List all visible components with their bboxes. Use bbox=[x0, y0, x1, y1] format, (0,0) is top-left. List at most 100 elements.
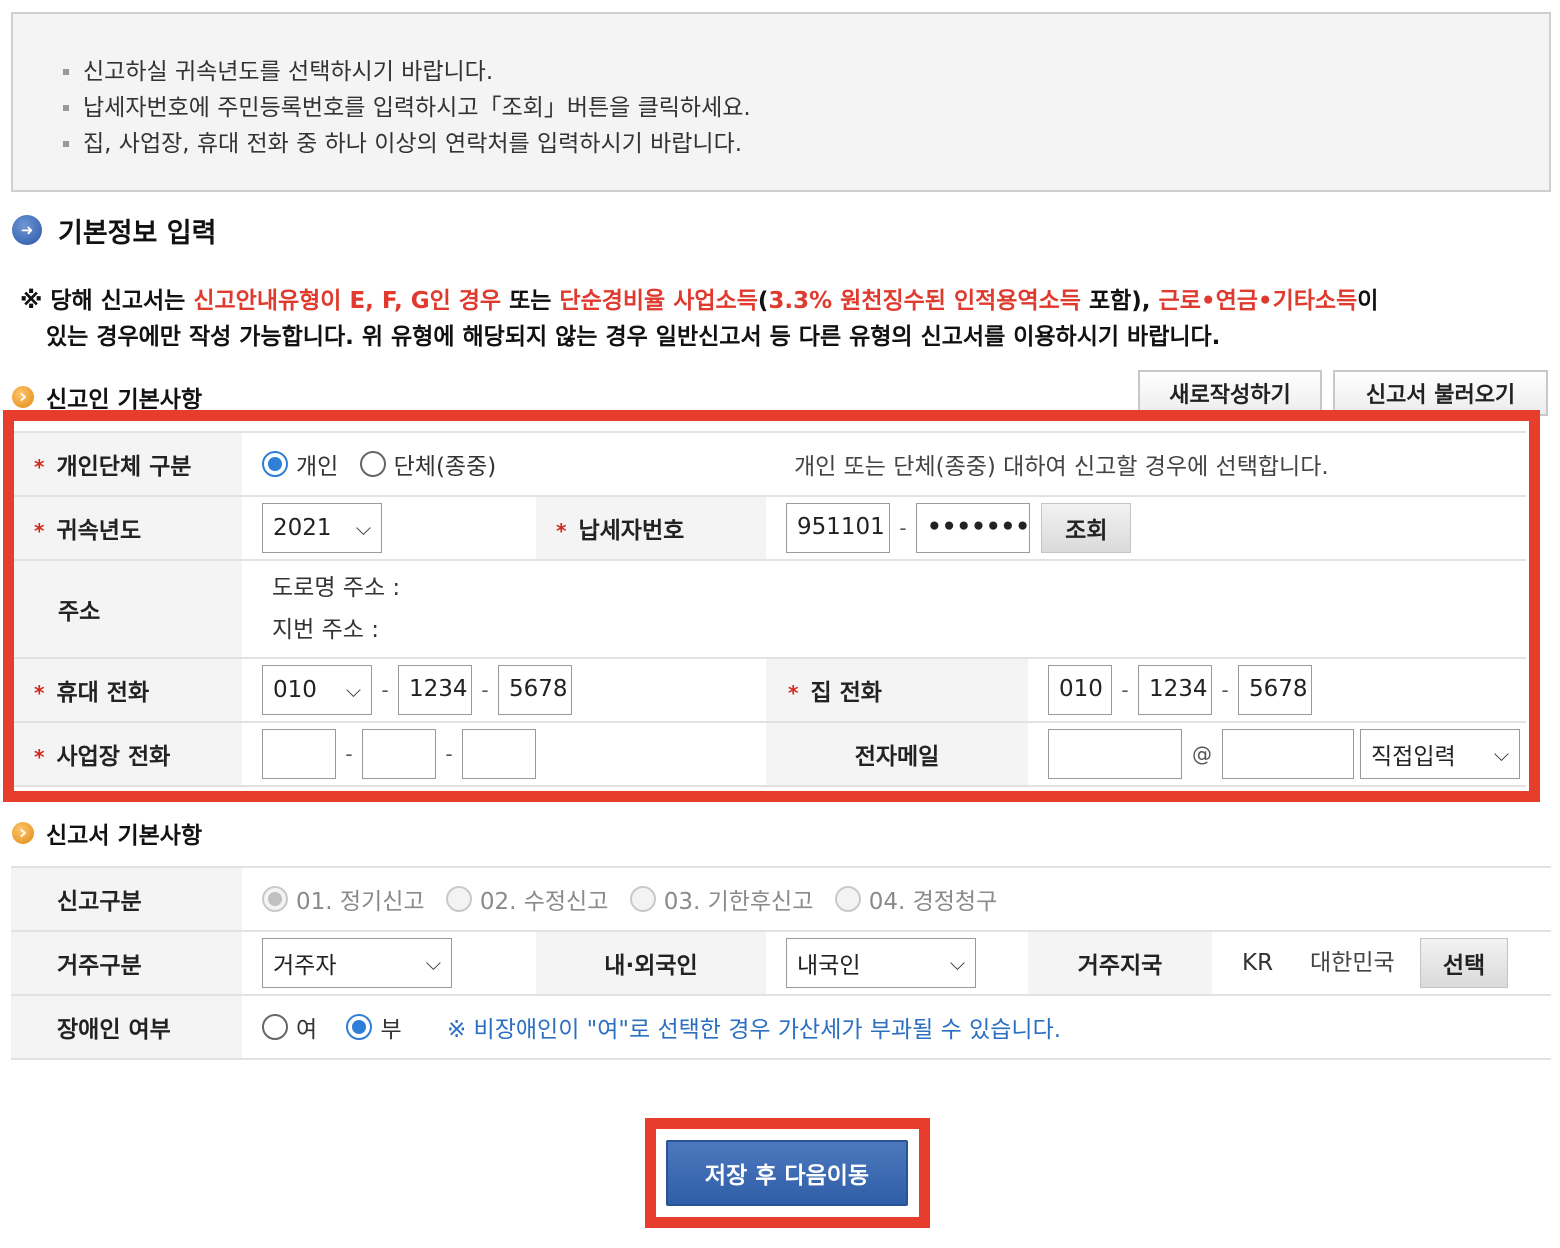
row-year: * 귀속년도 2021 ⌵ * 납세자번호 951101- ••••••• 조회 bbox=[14, 495, 1527, 561]
address-cell: 도로명 주소 : 지번 주소 : bbox=[242, 559, 1527, 659]
year-cell: 2021 ⌵ bbox=[242, 495, 536, 561]
empty-cell bbox=[1212, 495, 1527, 561]
biz-cell: -- bbox=[242, 721, 767, 787]
residence-value: 거주자 bbox=[273, 953, 337, 979]
notice-line: 신고하실 귀속년도를 선택하시기 바랍니다. bbox=[63, 54, 1549, 90]
warning-text: 또는 bbox=[501, 288, 560, 314]
home-middle-input[interactable]: 1234 bbox=[1138, 665, 1213, 715]
orange-bullet-icon bbox=[12, 383, 34, 409]
report-section-header: 신고서 기본사항 bbox=[12, 818, 203, 849]
year-select[interactable]: 2021 ⌵ bbox=[262, 503, 382, 553]
nationality-select[interactable]: 내국인 ⌵ bbox=[786, 938, 976, 988]
biz-prefix-input[interactable] bbox=[262, 729, 336, 779]
row-address: 주소 도로명 주소 : 지번 주소 : bbox=[14, 559, 1527, 659]
dash: - bbox=[481, 678, 489, 702]
country-name: 대한민국 bbox=[1310, 949, 1395, 976]
biz-middle-input[interactable] bbox=[362, 729, 436, 779]
biz-last-input[interactable] bbox=[462, 729, 536, 779]
lot-address: 지번 주소 : bbox=[272, 617, 380, 643]
dash: - bbox=[381, 678, 389, 702]
load-form-button[interactable]: 신고서 불러오기 bbox=[1333, 370, 1548, 416]
home-label-cell: * 집 전화 bbox=[766, 657, 1029, 723]
radio-disabled-yes[interactable] bbox=[262, 1014, 288, 1040]
warning-highlight: 단순경비율 사업소득 bbox=[559, 288, 758, 314]
taxid-front-input[interactable]: 951101 bbox=[786, 503, 891, 553]
country-code: KR bbox=[1242, 949, 1274, 976]
radio-individual[interactable] bbox=[262, 451, 288, 477]
dash: - bbox=[345, 742, 353, 766]
email-select-value: 직접입력 bbox=[1371, 744, 1456, 770]
disabled-options: 여 부 ※ 비장애인이 "여"로 선택한 경우 가산세가 부과될 수 있습니다. bbox=[242, 994, 1552, 1060]
home-last-input[interactable]: 5678 bbox=[1238, 665, 1313, 715]
notice-line: 납세자번호에 주민등록번호를 입력하시고「조회」버튼을 클릭하세요. bbox=[63, 90, 1549, 126]
radio-kind-correction[interactable] bbox=[834, 886, 861, 912]
radio-kind-late-label[interactable]: 03. 기한후신고 bbox=[664, 882, 814, 916]
chevron-down-icon: ⌵ bbox=[949, 951, 965, 975]
country-label: 거주지국 bbox=[1028, 930, 1212, 996]
chevron-down-icon: ⌵ bbox=[1493, 742, 1510, 766]
home-label: 집 전화 bbox=[810, 680, 882, 706]
radio-kind-correction-label[interactable]: 04. 경정청구 bbox=[869, 882, 998, 916]
country-select-button[interactable]: 선택 bbox=[1420, 938, 1508, 988]
country-cell: KR 대한민국 선택 bbox=[1212, 930, 1552, 996]
row-residence: 거주구분 거주자 ⌵ 내·외국인 내국인 ⌵ 거주지국 KR 대한민국 선택 bbox=[11, 930, 1552, 996]
year-label: 귀속년도 bbox=[56, 518, 142, 544]
email-domain-select[interactable]: 직접입력 ⌵ bbox=[1360, 729, 1521, 779]
email-domain-input[interactable] bbox=[1222, 729, 1355, 779]
report-section-title: 신고서 기본사항 bbox=[46, 823, 203, 849]
radio-disabled-no[interactable] bbox=[346, 1014, 373, 1040]
dash: - bbox=[445, 742, 453, 766]
home-prefix-input[interactable]: 010 bbox=[1048, 665, 1113, 715]
residence-cell: 거주자 ⌵ bbox=[242, 930, 536, 996]
chevron-down-icon: ⌵ bbox=[355, 516, 371, 540]
mobile-cell: 010 ⌵ -1234-5678 bbox=[242, 657, 767, 723]
residence-select[interactable]: 거주자 ⌵ bbox=[262, 938, 452, 988]
radio-kind-late[interactable] bbox=[629, 886, 656, 912]
eligibility-warning: ※ 당해 신고서는 신고안내유형이 E, F, G인 경우 또는 단순경비율 사… bbox=[20, 283, 1540, 355]
warning-highlight: 3.3% 원천징수된 인적용역소득 bbox=[768, 288, 1081, 314]
radio-kind-regular[interactable] bbox=[262, 886, 288, 912]
type-label: 개인단체 구분 bbox=[56, 454, 192, 480]
radio-group[interactable] bbox=[359, 451, 386, 477]
radio-kind-amended[interactable] bbox=[445, 886, 472, 912]
kind-options: 01. 정기신고 02. 수정신고 03. 기한후신고 04. 경정청구 bbox=[242, 866, 1552, 932]
email-cell: @ 직접입력 ⌵ bbox=[1028, 721, 1527, 787]
at-sign: @ bbox=[1192, 742, 1213, 766]
orange-bullet-icon bbox=[12, 819, 34, 845]
lookup-button[interactable]: 조회 bbox=[1041, 503, 1132, 553]
filer-info-table: * 개인단체 구분 개인 단체(종중) 개인 또는 단체(종중) 대하여 신고할 … bbox=[14, 431, 1527, 787]
warning-text: 이 bbox=[1357, 288, 1379, 314]
filer-section-header: 신고인 기본사항 bbox=[12, 382, 203, 413]
save-and-next-button[interactable]: 저장 후 다음이동 bbox=[666, 1140, 908, 1206]
radio-kind-amended-label[interactable]: 02. 수정신고 bbox=[480, 882, 609, 916]
section-header: 기본정보 입력 bbox=[12, 210, 216, 250]
mobile-label-cell: * 휴대 전화 bbox=[14, 657, 242, 723]
notice-line: 집, 사업장, 휴대 전화 중 하나 이상의 연락처를 입력하시기 바랍니다. bbox=[63, 126, 1549, 162]
mobile-middle-input[interactable]: 1234 bbox=[398, 665, 472, 715]
warning-highlight: 근로•연금•기타소득 bbox=[1158, 288, 1358, 314]
section-title: 기본정보 입력 bbox=[58, 217, 217, 249]
email-id-input[interactable] bbox=[1048, 729, 1183, 779]
filer-section-title: 신고인 기본사항 bbox=[46, 387, 203, 413]
mobile-last-input[interactable]: 5678 bbox=[498, 665, 572, 715]
report-info-table: 신고구분 01. 정기신고 02. 수정신고 03. 기한후신고 04. 경정청… bbox=[11, 866, 1552, 1060]
mobile-prefix-value: 010 bbox=[273, 677, 317, 703]
taxid-back-input[interactable]: ••••••• bbox=[916, 503, 1031, 553]
mobile-prefix-select[interactable]: 010 ⌵ bbox=[262, 665, 372, 715]
chevron-down-icon: ⌵ bbox=[345, 678, 361, 702]
row-type: * 개인단체 구분 개인 단체(종중) 개인 또는 단체(종중) 대하여 신고할 … bbox=[14, 431, 1527, 497]
row-biz-phone: * 사업장 전화 -- 전자메일 @ 직접입력 ⌵ bbox=[14, 721, 1527, 787]
notice-box: 신고하실 귀속년도를 선택하시기 바랍니다. 납세자번호에 주민등록번호를 입력… bbox=[11, 12, 1551, 192]
arrow-circle-icon bbox=[12, 215, 42, 245]
radio-kind-regular-label[interactable]: 01. 정기신고 bbox=[296, 882, 425, 916]
disabled-label: 장애인 여부 bbox=[11, 994, 242, 1060]
new-form-button[interactable]: 새로작성하기 bbox=[1138, 370, 1322, 416]
radio-disabled-yes-label[interactable]: 여 bbox=[296, 1010, 317, 1044]
radio-group-label[interactable]: 단체(종중) bbox=[394, 447, 497, 481]
radio-individual-label[interactable]: 개인 bbox=[296, 447, 338, 481]
radio-disabled-no-label[interactable]: 부 bbox=[380, 1010, 401, 1044]
warning-highlight: 신고안내유형이 E, F, G인 경우 bbox=[193, 288, 502, 314]
biz-label-cell: * 사업장 전화 bbox=[14, 721, 242, 787]
biz-label: 사업장 전화 bbox=[56, 744, 171, 770]
warning-text: ( bbox=[757, 288, 769, 314]
